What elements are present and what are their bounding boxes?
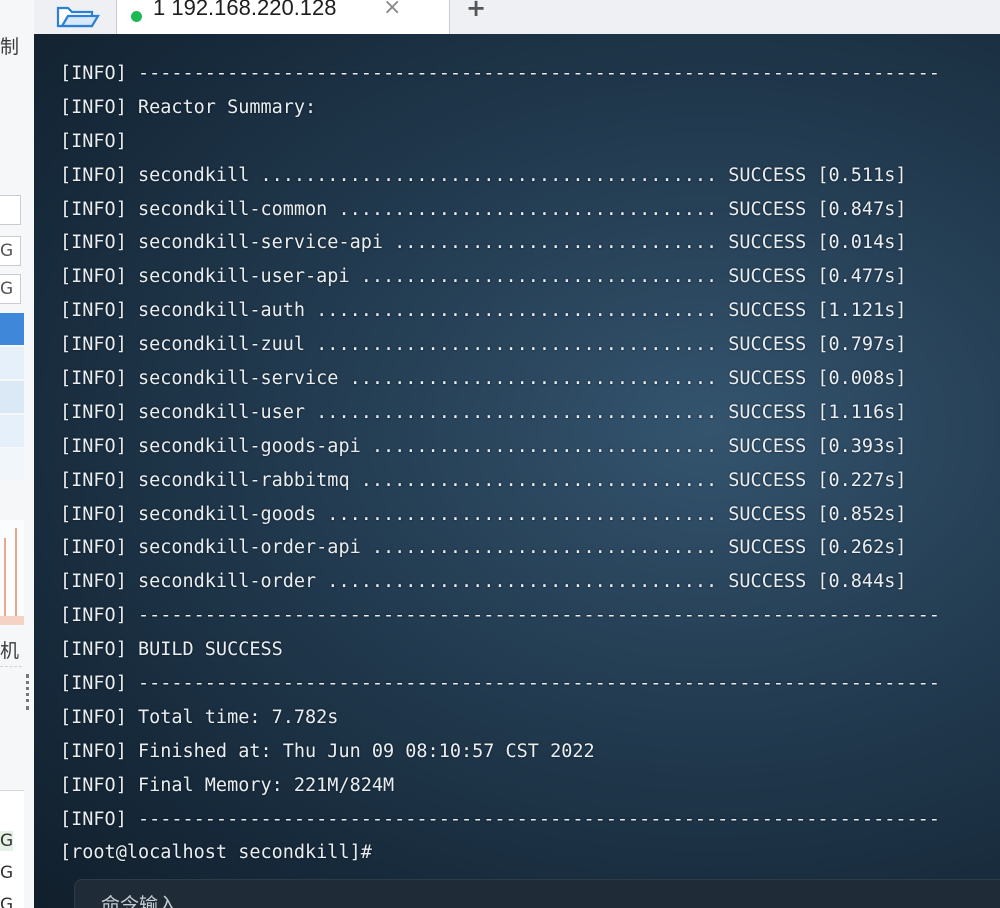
terminal-line: [INFO] secondkill-zuul .................… [60,334,907,356]
terminal-output: [INFO] ---------------------------------… [60,57,940,870]
side-panel-divider [0,666,22,767]
side-panel-field-value: G [0,241,14,261]
terminal-line: [INFO] secondkill-goods ................… [60,503,907,525]
side-panel-row[interactable] [0,381,24,413]
terminal-line: [INFO] Finished at: Thu Jun 09 08:10:57 … [60,740,595,762]
side-panel-list-value: G [0,863,14,883]
terminal-line: [INFO] ---------------------------------… [60,673,940,695]
side-panel-list: G G G [0,790,24,908]
terminal-line: [INFO] secondkill-common ...............… [60,198,907,220]
splitter-handle[interactable] [26,674,33,710]
side-panel-row[interactable] [0,347,24,379]
terminal-line: [INFO] ---------------------------------… [60,605,940,627]
terminal-line: [INFO] Final Memory: 221M/824M [60,774,395,796]
terminal-line: [INFO] secondkill-goods-api ............… [60,435,907,457]
side-panel-field[interactable]: G [0,236,21,266]
tab-bar: 1 192.168.220.128 × + [34,0,1000,35]
terminal-line: [root@localhost secondkill]# [60,842,372,864]
terminal-line: [INFO] secondkill-auth .................… [60,300,907,322]
side-panel-label-fragment: 机 [0,640,20,662]
side-panel-field[interactable] [0,195,21,225]
terminal-line: [INFO] secondkill-order-api ............… [60,537,907,559]
connection-status-icon [131,11,142,22]
terminal-line: [INFO] ---------------------------------… [60,808,940,830]
terminal-line: [INFO] Reactor Summary: [60,96,317,118]
side-panel-row[interactable] [0,415,24,447]
terminal-line: [INFO] BUILD SUCCESS [60,639,283,661]
side-panel-list-value: G [0,831,14,851]
side-panel: 制 G G 机 G G G [0,0,35,908]
side-panel-field-value: G [0,279,14,299]
terminal-line: [INFO] secondkill-rabbitmq .............… [60,469,907,491]
terminal-line: [INFO] ---------------------------------… [60,63,940,84]
side-panel-mini-chart [0,520,24,625]
side-panel-title-fragment: 制 [0,36,20,58]
close-icon[interactable]: × [383,0,401,20]
folder-icon [56,6,100,28]
terminal-line: [INFO] secondkill ......................… [60,164,907,186]
terminal-line: [INFO] secondkill-user-api .............… [60,266,907,288]
tab-session-label: 1 192.168.220.128 [153,0,337,20]
terminal-line: [INFO] Total time: 7.782s [60,706,339,728]
terminal-line: [INFO] secondkill-user .................… [60,401,907,423]
command-input-placeholder: 命令输入 [101,894,178,908]
terminal-line: [INFO] secondkill-order ................… [60,571,907,593]
add-tab-button[interactable]: + [466,0,486,22]
side-panel-row[interactable] [0,449,24,481]
terminal-line: [INFO] secondkill-service-api ..........… [60,232,907,254]
terminal-window[interactable]: [INFO] ---------------------------------… [34,34,1000,908]
side-panel-list-value: G [0,895,14,908]
side-panel-field[interactable]: G [0,274,21,304]
open-folder-button[interactable] [48,0,102,28]
terminal-line: [INFO] [60,130,127,152]
terminal-line: [INFO] secondkill-service ..............… [60,368,907,390]
side-panel-row-selected[interactable] [0,313,24,345]
command-input[interactable]: 命令输入 [74,879,1000,908]
tab-session[interactable]: 1 192.168.220.128 × [116,0,450,34]
